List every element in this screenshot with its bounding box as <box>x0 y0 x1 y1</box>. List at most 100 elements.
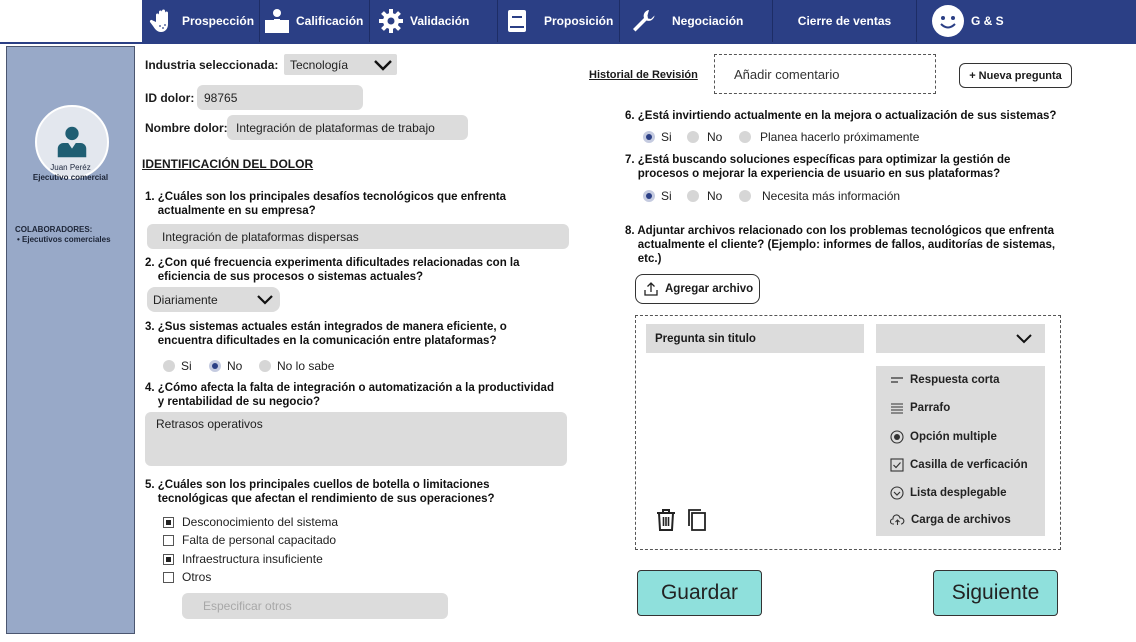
type-label: Respuesta corta <box>910 374 1000 386</box>
type-checkbox[interactable]: Casilla de verficación <box>890 458 1028 472</box>
option-label: Otros <box>182 570 212 584</box>
q6-option-planea[interactable]: Planea hacerlo próximamente <box>739 130 919 144</box>
q5-option-4[interactable]: Otros <box>163 570 211 584</box>
q3-option-no-lo-sabe[interactable]: No lo sabe <box>259 359 334 373</box>
cloud-upload-icon <box>890 514 905 525</box>
hand-icon <box>148 6 178 36</box>
id-label: ID dolor: <box>145 91 195 105</box>
radio-icon <box>739 131 751 143</box>
top-navigation: Prospección Calificación Validación Prop… <box>0 0 1136 44</box>
radio-icon <box>739 190 751 202</box>
type-short-answer[interactable]: Respuesta corta <box>890 374 999 386</box>
nav-label: Prospección <box>182 14 255 28</box>
nav-prospeccion[interactable]: Prospección <box>142 0 260 42</box>
name-label: Nombre dolor: <box>145 121 228 135</box>
upload-icon <box>644 282 658 296</box>
trash-icon[interactable] <box>655 508 677 535</box>
q6-option-no[interactable]: No <box>687 130 722 144</box>
user-icon <box>57 126 87 158</box>
name-field[interactable]: Integración de plataformas de trabajo <box>227 115 468 140</box>
next-button[interactable]: Siguiente <box>933 570 1058 616</box>
question-6: 6. ¿Está invirtiendo actualmente en la m… <box>625 110 1057 122</box>
type-paragraph[interactable]: Parrafo <box>890 402 950 414</box>
question-2: 2. ¿Con qué frecuencia experimenta dific… <box>145 257 520 283</box>
q5-option-2[interactable]: Falta de personal capacitado <box>163 533 336 547</box>
q7-option-necesita[interactable]: Necesita más información <box>739 189 900 203</box>
builder-title-input[interactable]: Pregunta sin titulo <box>646 324 864 353</box>
comment-input[interactable]: Añadir comentario <box>714 54 936 94</box>
type-file-upload[interactable]: Carga de archivos <box>890 514 1011 526</box>
question-1: 1. ¿Cuáles son los principales desafíos … <box>145 191 507 217</box>
option-label: No <box>707 130 723 144</box>
nav-calificacion[interactable]: Calificación <box>260 0 370 42</box>
id-field[interactable]: 98765 <box>197 85 363 110</box>
q5-other-input[interactable]: Especificar otros <box>182 593 448 619</box>
radio-icon <box>259 360 271 372</box>
q4-answer-textarea[interactable]: Retrasos operativos <box>145 412 567 466</box>
dropdown-list-icon <box>890 486 904 500</box>
nav-label: Proposición <box>544 14 614 28</box>
q3-option-si[interactable]: Si <box>163 359 192 373</box>
q7-option-no[interactable]: No <box>687 189 722 203</box>
industry-select[interactable]: Tecnología <box>284 54 397 75</box>
save-button[interactable]: Guardar <box>637 570 762 616</box>
type-multiple-choice[interactable]: Opción multiple <box>890 430 997 444</box>
radio-selected-icon <box>643 190 655 202</box>
collaborator-item[interactable]: • Ejecutivos comerciales <box>17 235 111 244</box>
question-3: 3. ¿Sus sistemas actuales están integrad… <box>145 321 507 347</box>
q1-answer-field[interactable]: Integración de plataformas dispersas <box>147 224 569 249</box>
q2-value: Diariamente <box>153 292 218 307</box>
smiley-icon <box>931 4 965 38</box>
user-role: Ejecutivo comercial <box>32 173 109 182</box>
collaborators-title: COLABORADORES: <box>15 225 93 234</box>
q5-option-3[interactable]: Infraestructura insuficiente <box>163 552 323 566</box>
person-podium-icon <box>262 6 292 36</box>
wrench-icon <box>628 6 658 36</box>
copy-icon[interactable] <box>687 508 707 535</box>
checkbox-checked-icon <box>163 516 174 528</box>
option-label: Si <box>661 130 672 144</box>
q7-option-si[interactable]: Si <box>643 189 672 203</box>
option-label: No <box>707 189 723 203</box>
type-label: Parrafo <box>910 402 951 414</box>
checkbox-icon <box>163 534 174 546</box>
chevron-down-icon <box>1016 334 1032 344</box>
chevron-down-icon <box>374 59 392 71</box>
radio-selected-icon <box>643 131 655 143</box>
nav-proposicion[interactable]: Proposición <box>498 0 620 42</box>
nav-negociacion[interactable]: Negociación <box>620 0 773 42</box>
option-label: Si <box>661 189 672 203</box>
type-label: Opción multiple <box>910 431 997 443</box>
question-builder: Pregunta sin titulo Respuesta corta Parr… <box>635 315 1061 550</box>
attach-file-button[interactable]: Agregar archivo <box>635 274 760 304</box>
option-label: No lo sabe <box>277 359 335 373</box>
option-label: Planea hacerlo próximamente <box>760 130 920 144</box>
nav-underline <box>0 42 1136 44</box>
nav-validacion[interactable]: Validación <box>370 0 498 42</box>
q3-option-no[interactable]: No <box>209 359 242 373</box>
history-link[interactable]: Historial de Revisión <box>589 69 698 81</box>
nav-label: Calificación <box>296 14 364 28</box>
type-dropdown[interactable]: Lista desplegable <box>890 486 1007 500</box>
nav-label: Negociación <box>672 14 744 28</box>
builder-type-menu: Respuesta corta Parrafo Opción multiple … <box>876 366 1045 536</box>
type-label: Casilla de verficación <box>910 459 1028 471</box>
radio-icon <box>687 131 699 143</box>
chevron-down-icon <box>257 295 273 305</box>
nav-label: Cierre de ventas <box>797 14 892 28</box>
q5-option-1[interactable]: Desconocimiento del sistema <box>163 515 338 529</box>
nav-label: Validación <box>410 14 470 28</box>
q6-option-si[interactable]: Si <box>643 130 672 144</box>
nav-cierre-de-ventas[interactable]: Cierre de ventas <box>773 0 917 42</box>
nav-bar: Prospección Calificación Validación Prop… <box>142 0 1136 42</box>
question-4: 4. ¿Cómo afecta la falta de integración … <box>145 382 554 408</box>
option-label: No <box>227 359 243 373</box>
option-label: Falta de personal capacitado <box>182 533 337 547</box>
section-title: IDENTIFICACIÓN DEL DOLOR <box>142 157 314 171</box>
checkbox-icon <box>163 571 174 583</box>
radio-icon <box>687 190 699 202</box>
nav-profile[interactable]: G & S <box>917 0 1036 42</box>
new-question-button[interactable]: + Nueva pregunta <box>959 63 1072 88</box>
q2-frequency-select[interactable]: Diariamente <box>147 287 280 312</box>
builder-type-select[interactable] <box>876 324 1045 353</box>
